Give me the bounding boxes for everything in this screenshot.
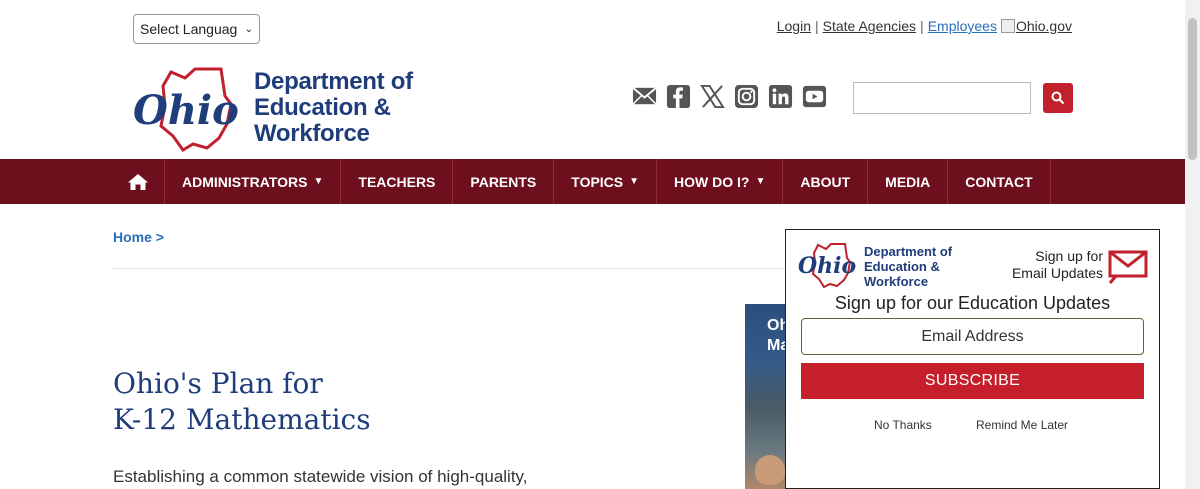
- popup-logo-line-3: Workforce: [864, 274, 929, 289]
- popup-logo-text: Department of Education & Workforce: [864, 244, 952, 289]
- separator: |: [920, 18, 924, 34]
- search-input[interactable]: [853, 82, 1031, 114]
- svg-text:™: ™: [227, 111, 233, 118]
- nav-label: TOPICS: [571, 173, 624, 190]
- intro-paragraph: Establishing a common statewide vision o…: [113, 467, 528, 486]
- nav-parents[interactable]: PARENTS: [453, 159, 555, 204]
- remind-me-later-link[interactable]: Remind Me Later: [976, 418, 1068, 432]
- signup-line-2: Email Updates: [1011, 265, 1103, 281]
- scrollbar[interactable]: [1185, 0, 1200, 489]
- state-agencies-link[interactable]: State Agencies: [823, 18, 916, 34]
- popup-signup-caption: Sign up for Email Updates: [1012, 248, 1103, 282]
- envelope-icon: [1108, 250, 1148, 284]
- ohio-state-logo-icon: Ohio ™: [133, 67, 239, 152]
- logo-line-2: Education &: [254, 94, 391, 121]
- chevron-down-icon: ⌄: [244, 23, 253, 35]
- popup-title: Sign up for our Education Updates: [834, 293, 1111, 313]
- page-title-line-1: Ohio's Plan for: [113, 367, 323, 400]
- main-navigation: ADMINISTRATORS ▼ TEACHERS PARENTS TOPICS ▼…: [0, 159, 1185, 204]
- math-plan-cover-image: Oh Ma: [745, 304, 790, 489]
- instagram-icon[interactable]: [734, 84, 759, 109]
- nav-about[interactable]: ABOUT: [783, 159, 869, 204]
- nav-label: ABOUT: [800, 173, 851, 190]
- page-title: Ohio's Plan for K-12 Mathematics: [113, 366, 371, 438]
- popup-logo: Ohio Department of Education & Workforce: [798, 242, 968, 289]
- employees-link[interactable]: Employees: [928, 18, 997, 34]
- scrollbar-thumb[interactable]: [1188, 18, 1197, 160]
- dropdown-caret-icon: ▼: [755, 176, 766, 187]
- email-icon[interactable]: [632, 84, 657, 109]
- logo-text: Department of Education & Workforce: [254, 69, 413, 147]
- search-button[interactable]: [1043, 83, 1073, 113]
- nav-how-do-i[interactable]: HOW DO I? ▼: [657, 159, 784, 204]
- nav-label: PARENTS: [470, 173, 537, 190]
- home-icon: [128, 173, 148, 190]
- page-title-line-2: K-12 Mathematics: [113, 403, 371, 436]
- ohio-gov-label: Ohio.gov: [1015, 18, 1072, 34]
- nav-contact[interactable]: CONTACT: [948, 159, 1051, 204]
- subscribe-button[interactable]: SUBSCRIBE: [801, 363, 1144, 399]
- breadcrumb[interactable]: Home >: [113, 229, 164, 245]
- breadcrumb-home[interactable]: Home >: [113, 229, 164, 245]
- popup-logo-line-1: Department of: [864, 244, 953, 259]
- x-icon[interactable]: [700, 84, 725, 109]
- linkedin-icon[interactable]: [768, 84, 793, 109]
- nav-home[interactable]: [113, 159, 165, 204]
- student-photo: [755, 455, 785, 485]
- logo-line-3: Workforce: [254, 120, 370, 147]
- logo-line-1: Department of: [254, 68, 413, 95]
- nav-media[interactable]: MEDIA: [868, 159, 949, 204]
- language-select-value: Select Languag: [140, 21, 238, 37]
- language-select[interactable]: Select Languag ⌄: [133, 14, 260, 44]
- search-icon: [1051, 91, 1065, 105]
- ohio-state-logo-icon: Ohio: [798, 243, 856, 289]
- dropdown-caret-icon: ▼: [313, 176, 324, 187]
- nav-label: TEACHERS: [358, 173, 436, 190]
- nav-label: CONTACT: [965, 173, 1033, 190]
- svg-text:Ohio: Ohio: [798, 253, 856, 279]
- social-icons: [632, 84, 827, 109]
- ohio-gov-link[interactable]: Ohio.gov: [1000, 18, 1072, 34]
- email-field[interactable]: Email Address: [801, 318, 1144, 355]
- dropdown-caret-icon: ▼: [629, 176, 640, 187]
- divider: [113, 268, 793, 269]
- login-link[interactable]: Login: [777, 18, 811, 34]
- broken-image-icon: [1000, 19, 1015, 33]
- email-signup-popup: Ohio Department of Education & Workforce…: [785, 229, 1160, 489]
- popup-logo-line-2: Education &: [864, 259, 940, 274]
- department-logo[interactable]: Ohio ™ Department of Education & Workfor…: [133, 66, 443, 152]
- svg-text:Ohio: Ohio: [133, 87, 239, 134]
- signup-line-1: Sign up for: [1035, 248, 1103, 264]
- nav-label: HOW DO I?: [674, 173, 750, 190]
- nav-teachers[interactable]: TEACHERS: [341, 159, 454, 204]
- separator: |: [815, 18, 819, 34]
- nav-topics[interactable]: TOPICS ▼: [554, 159, 658, 204]
- facebook-icon[interactable]: [666, 84, 691, 109]
- nav-label: MEDIA: [885, 173, 931, 190]
- youtube-icon[interactable]: [802, 84, 827, 109]
- nav-administrators[interactable]: ADMINISTRATORS ▼: [165, 159, 342, 204]
- top-utility-links: Login | State Agencies | Employees Ohio.…: [777, 18, 1072, 34]
- no-thanks-link[interactable]: No Thanks: [874, 418, 932, 432]
- nav-label: ADMINISTRATORS: [182, 173, 308, 190]
